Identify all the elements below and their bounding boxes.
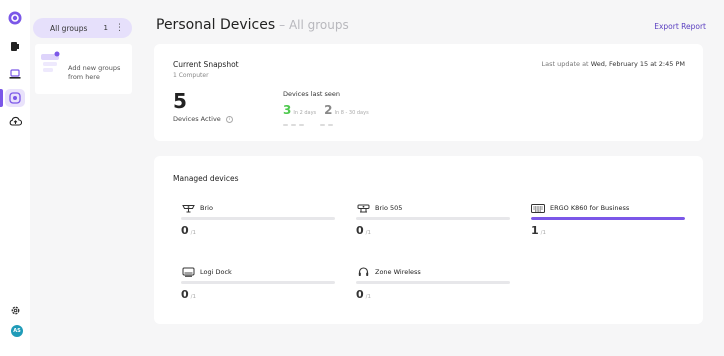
active-label: Devices Active i	[173, 115, 233, 123]
keyboard-icon	[531, 203, 545, 213]
snapshot-subtitle: 1 Computer	[173, 72, 209, 79]
device-progress-bar	[356, 217, 510, 220]
device-tile-ergo-k860[interactable]: ERGO K860 for Business 1/1	[531, 203, 685, 237]
device-name: ERGO K860 for Business	[550, 204, 630, 212]
export-report-link[interactable]: Export Report	[654, 22, 706, 31]
device-tile-brio-505[interactable]: Brio 505 0/1	[356, 203, 510, 237]
webcam-icon	[181, 203, 195, 213]
headset-icon	[356, 267, 370, 277]
webcam-icon	[356, 203, 370, 213]
last-seen-indicator	[283, 124, 304, 126]
personal-devices-icon[interactable]	[5, 89, 25, 107]
last-update-label: Last update at	[541, 60, 589, 68]
active-label-text: Devices Active	[173, 115, 221, 123]
device-count: 0	[181, 288, 189, 301]
snapshot-card: Current Snapshot 1 Computer Last update …	[154, 44, 703, 141]
device-name: Logi Dock	[200, 268, 232, 276]
device-count: 0	[181, 224, 189, 237]
more-options-icon[interactable]: ⋮	[115, 23, 124, 33]
device-tile-zone-wireless[interactable]: Zone Wireless 0/1	[356, 267, 510, 301]
device-count: 0	[356, 288, 364, 301]
computer-icon[interactable]	[7, 66, 23, 82]
group-label: All groups	[50, 23, 88, 33]
snapshot-title: Current Snapshot	[173, 60, 239, 69]
device-total: /1	[190, 230, 197, 236]
device-total: /1	[190, 294, 197, 300]
cloud-upload-icon[interactable]	[7, 113, 23, 129]
device-progress-bar	[356, 281, 510, 284]
last-seen-label: In 2 days	[293, 110, 317, 116]
last-seen-indicator	[320, 124, 333, 126]
page-title-text: Personal Devices	[156, 17, 276, 33]
device-tile-logi-dock[interactable]: Logi Dock 0/1	[181, 267, 335, 301]
last-seen-row: 3 In 2 days 2 In 8 - 30 days	[283, 103, 377, 117]
device-name: Zone Wireless	[375, 268, 421, 276]
page-title: Personal Devices – All groups	[156, 17, 349, 33]
add-groups-card[interactable]: Add new groups from here	[35, 44, 132, 94]
last-seen-title: Devices last seen	[283, 90, 340, 98]
add-groups-hint: Add new groups from here	[68, 64, 121, 81]
device-name: Brio	[200, 204, 213, 212]
user-avatar[interactable]: AS	[11, 325, 23, 337]
last-seen-label: In 8 - 30 days	[334, 110, 369, 116]
device-total: /1	[365, 230, 372, 236]
add-group-illustration-icon	[39, 50, 61, 76]
last-seen-count: 2	[324, 103, 333, 117]
device-tile-brio[interactable]: Brio 0/1	[181, 203, 335, 237]
device-progress-bar	[181, 281, 335, 284]
device-progress-fill	[531, 217, 685, 220]
managed-devices-title: Managed devices	[173, 174, 239, 183]
page-subtitle: – All groups	[279, 18, 349, 32]
logi-logo-icon[interactable]	[7, 10, 23, 26]
device-count: 1	[531, 224, 539, 237]
icon-rail: AS	[0, 0, 30, 356]
device-total: /1	[365, 294, 372, 300]
managed-devices-card: Managed devices Brio 0/1 Brio 505 0/1 ER…	[154, 156, 703, 324]
last-update-value: Wed, February 15 at 2:45 PM	[590, 60, 685, 68]
dock-icon	[181, 267, 195, 277]
groups-panel: All groups 1 ⋮ Add new groups from here	[30, 0, 134, 356]
last-seen-count: 3	[283, 103, 292, 117]
device-progress-bar	[181, 217, 335, 220]
active-count: 5	[173, 89, 187, 113]
device-name: Brio 505	[375, 204, 403, 212]
last-update: Last update at Wed, February 15 at 2:45 …	[542, 60, 686, 68]
group-all-groups[interactable]: All groups 1 ⋮	[33, 18, 132, 38]
group-count: 1	[103, 24, 108, 32]
device-total: /1	[540, 230, 547, 236]
device-count: 0	[356, 224, 364, 237]
settings-gear-icon[interactable]	[7, 302, 23, 318]
main-content: Personal Devices – All groups Export Repo…	[134, 0, 724, 356]
device-progress-bar	[531, 217, 685, 220]
devices-icon[interactable]	[7, 38, 23, 54]
info-icon[interactable]: i	[225, 115, 233, 123]
active-indicator	[0, 89, 3, 107]
